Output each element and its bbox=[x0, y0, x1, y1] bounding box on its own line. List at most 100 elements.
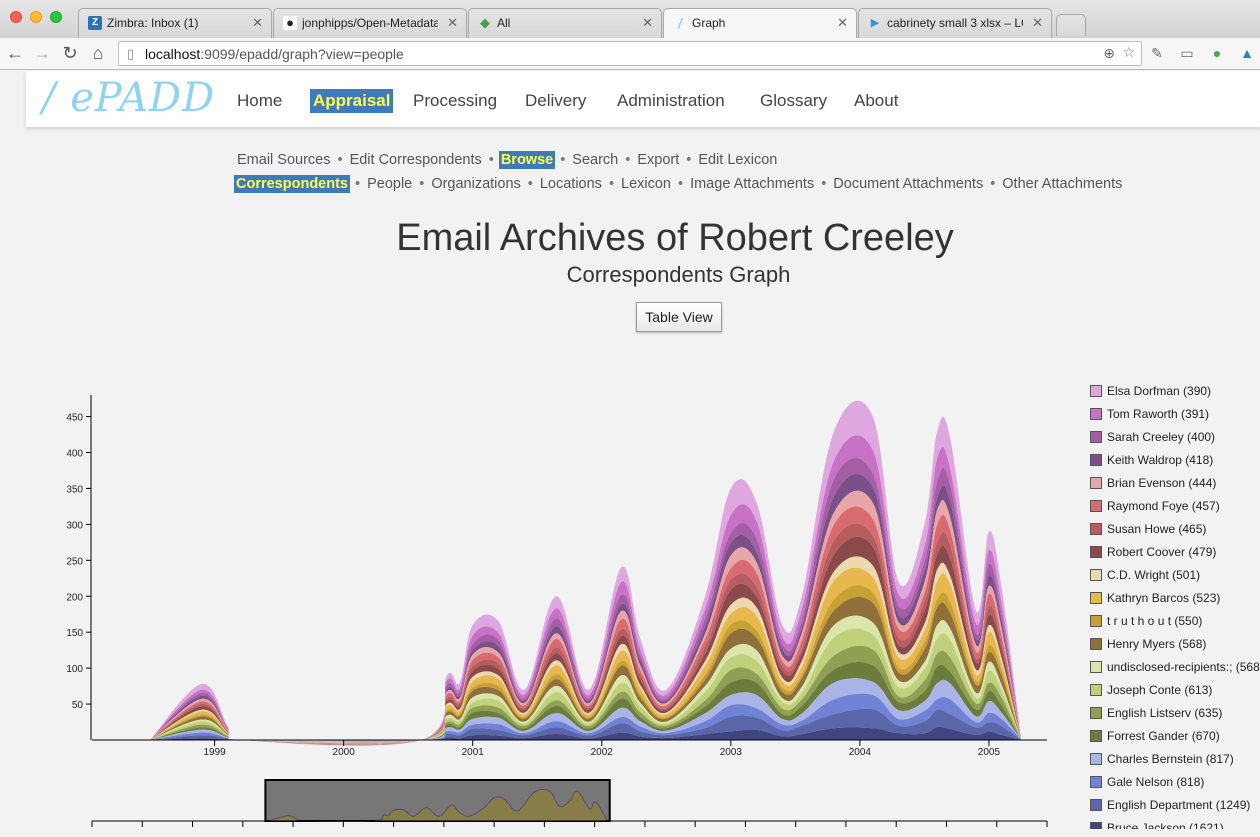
browser-tab[interactable]: Z Zimbra: Inbox (1) ✕ bbox=[78, 8, 272, 38]
x-tick-label: 2000 bbox=[333, 747, 356, 758]
legend-swatch bbox=[1090, 385, 1102, 397]
legend-swatch bbox=[1090, 454, 1102, 466]
legend-label: Keith Waldrop (418) bbox=[1107, 453, 1214, 467]
subnav-email-sources[interactable]: Email Sources bbox=[235, 151, 332, 169]
nav-administration[interactable]: Administration bbox=[614, 89, 728, 113]
tab-close-icon[interactable]: ✕ bbox=[447, 15, 458, 31]
legend-swatch bbox=[1090, 707, 1102, 719]
nav-home[interactable]: Home bbox=[234, 89, 285, 113]
legend-swatch bbox=[1090, 500, 1102, 512]
legend-label: t r u t h o u t (550) bbox=[1107, 614, 1203, 628]
y-tick-label: 350 bbox=[66, 484, 83, 495]
legend-label: Henry Myers (568) bbox=[1107, 637, 1207, 651]
browser-tab-strip: Z Zimbra: Inbox (1) ✕ ● jonphipps/Open-M… bbox=[0, 0, 1260, 38]
legend-swatch bbox=[1090, 477, 1102, 489]
subnav-locations[interactable]: Locations bbox=[538, 175, 604, 193]
browser-tab-active[interactable]: / Graph ✕ bbox=[663, 8, 857, 38]
zimbra-icon: Z bbox=[88, 16, 102, 30]
url-host: localhost bbox=[145, 46, 201, 62]
home-icon[interactable]: ⌂ bbox=[87, 42, 109, 64]
y-tick-label: 250 bbox=[66, 556, 83, 567]
app-header: / ePADD Home Appraisal Processing Delive… bbox=[26, 71, 1260, 127]
sub-nav-primary: Email Sources • Edit Correspondents • Browse… bbox=[235, 151, 779, 169]
minimize-window-button[interactable] bbox=[30, 11, 42, 23]
legend-swatch bbox=[1090, 523, 1102, 535]
legend-swatch bbox=[1090, 776, 1102, 788]
browser-tab[interactable]: ▶ cabrinety small 3 xlsx – LC ✕ bbox=[858, 8, 1052, 38]
correspondents-streamgraph[interactable]: 50 100 150 200 250 300 350 400 450 1999 2000 2001 20… bbox=[0, 380, 1080, 835]
sub-nav-secondary: Correspondents • People • Organizations • Loca… bbox=[234, 175, 1124, 193]
legend-label: Sarah Creeley (400) bbox=[1107, 430, 1216, 444]
legend-label: Elsa Dorfman (390) bbox=[1107, 384, 1212, 398]
zoom-window-button[interactable] bbox=[50, 11, 62, 23]
legend-swatch bbox=[1090, 684, 1102, 696]
legend-label: English Department (1249) bbox=[1107, 798, 1251, 812]
legend-swatch bbox=[1090, 431, 1102, 443]
legend-label: Raymond Foye (457) bbox=[1107, 499, 1220, 513]
subnav-document-attachments[interactable]: Document Attachments bbox=[831, 175, 985, 193]
legend-label: Robert Coover (479) bbox=[1107, 545, 1217, 559]
x-tick-label: 2005 bbox=[978, 747, 1001, 758]
legend-swatch bbox=[1090, 661, 1102, 673]
subnav-other-attachments[interactable]: Other Attachments bbox=[1000, 175, 1124, 193]
legend-label: English Listserv (635) bbox=[1107, 706, 1223, 720]
nav-delivery[interactable]: Delivery bbox=[522, 89, 589, 113]
subnav-lexicon[interactable]: Lexicon bbox=[619, 175, 673, 193]
nav-glossary[interactable]: Glossary bbox=[757, 89, 830, 113]
subnav-people[interactable]: People bbox=[365, 175, 414, 193]
legend-swatch bbox=[1090, 753, 1102, 765]
legend-label: Gale Nelson (818) bbox=[1107, 775, 1205, 789]
zoom-icon[interactable]: ⊕ bbox=[1103, 45, 1115, 62]
tab-close-icon[interactable]: ✕ bbox=[642, 15, 653, 31]
x-tick-label: 1999 bbox=[203, 747, 226, 758]
cast-icon[interactable]: ▭ bbox=[1178, 44, 1196, 62]
browser-toolbar: ← → ↻ ⌂ ▯ localhost:9099/epadd/graph?vie… bbox=[0, 38, 1260, 70]
evernote-extension-icon[interactable]: ● bbox=[1208, 44, 1226, 62]
y-tick-label: 50 bbox=[72, 700, 84, 711]
x-tick-label: 2001 bbox=[462, 747, 485, 758]
bookmark-star-icon[interactable]: ☆ bbox=[1122, 44, 1135, 61]
url-path: :9099/epadd/graph?view=people bbox=[200, 46, 404, 62]
legend-swatch bbox=[1090, 592, 1102, 604]
back-arrow-icon[interactable]: ← bbox=[4, 42, 26, 64]
browser-tab[interactable]: ◆ All ✕ bbox=[468, 8, 662, 38]
subnav-image-attachments[interactable]: Image Attachments bbox=[688, 175, 816, 193]
legend-swatch bbox=[1090, 569, 1102, 581]
tab-title: Zimbra: Inbox (1) bbox=[107, 16, 199, 30]
tab-close-icon[interactable]: ✕ bbox=[252, 15, 263, 31]
subnav-browse[interactable]: Browse bbox=[498, 151, 556, 169]
forward-arrow-icon[interactable]: → bbox=[31, 42, 53, 64]
table-view-button[interactable]: Table View bbox=[636, 302, 722, 332]
ghostery-extension-icon[interactable]: ▲ bbox=[1238, 44, 1256, 62]
nav-processing[interactable]: Processing bbox=[410, 89, 500, 113]
legend-label: C.D. Wright (501) bbox=[1107, 568, 1201, 582]
reload-icon[interactable]: ↻ bbox=[59, 42, 81, 64]
subnav-export[interactable]: Export bbox=[635, 151, 681, 169]
tab-title: jonphipps/Open-Metadata bbox=[302, 16, 438, 30]
subnav-search[interactable]: Search bbox=[570, 151, 620, 169]
y-tick-label: 400 bbox=[66, 449, 83, 460]
legend-swatch bbox=[1090, 799, 1102, 811]
page-icon: ▯ bbox=[127, 46, 135, 61]
extension-icon[interactable]: ✎ bbox=[1148, 44, 1166, 62]
close-window-button[interactable] bbox=[10, 11, 22, 23]
tab-close-icon[interactable]: ✕ bbox=[837, 15, 848, 31]
subnav-organizations[interactable]: Organizations bbox=[429, 175, 522, 193]
nav-appraisal[interactable]: Appraisal bbox=[310, 89, 394, 113]
epadd-logo[interactable]: / ePADD bbox=[42, 75, 215, 121]
browser-tab[interactable]: ● jonphipps/Open-Metadata ✕ bbox=[273, 8, 467, 38]
address-bar[interactable]: ▯ localhost:9099/epadd/graph?view=people… bbox=[118, 41, 1142, 66]
legend-swatch bbox=[1090, 638, 1102, 650]
legend-swatch bbox=[1090, 730, 1102, 742]
subnav-edit-lexicon[interactable]: Edit Lexicon bbox=[696, 151, 779, 169]
x-tick-label: 2004 bbox=[849, 747, 872, 758]
nav-about[interactable]: About bbox=[851, 89, 901, 113]
legend-swatch bbox=[1090, 408, 1102, 420]
new-tab-button[interactable] bbox=[1056, 14, 1086, 36]
subnav-correspondents[interactable]: Correspondents bbox=[234, 175, 350, 193]
y-tick-label: 100 bbox=[66, 664, 83, 675]
legend-swatch bbox=[1090, 615, 1102, 627]
subnav-edit-correspondents[interactable]: Edit Correspondents bbox=[348, 151, 484, 169]
spreadsheet-icon: ▶ bbox=[870, 17, 880, 29]
tab-close-icon[interactable]: ✕ bbox=[1032, 15, 1043, 31]
